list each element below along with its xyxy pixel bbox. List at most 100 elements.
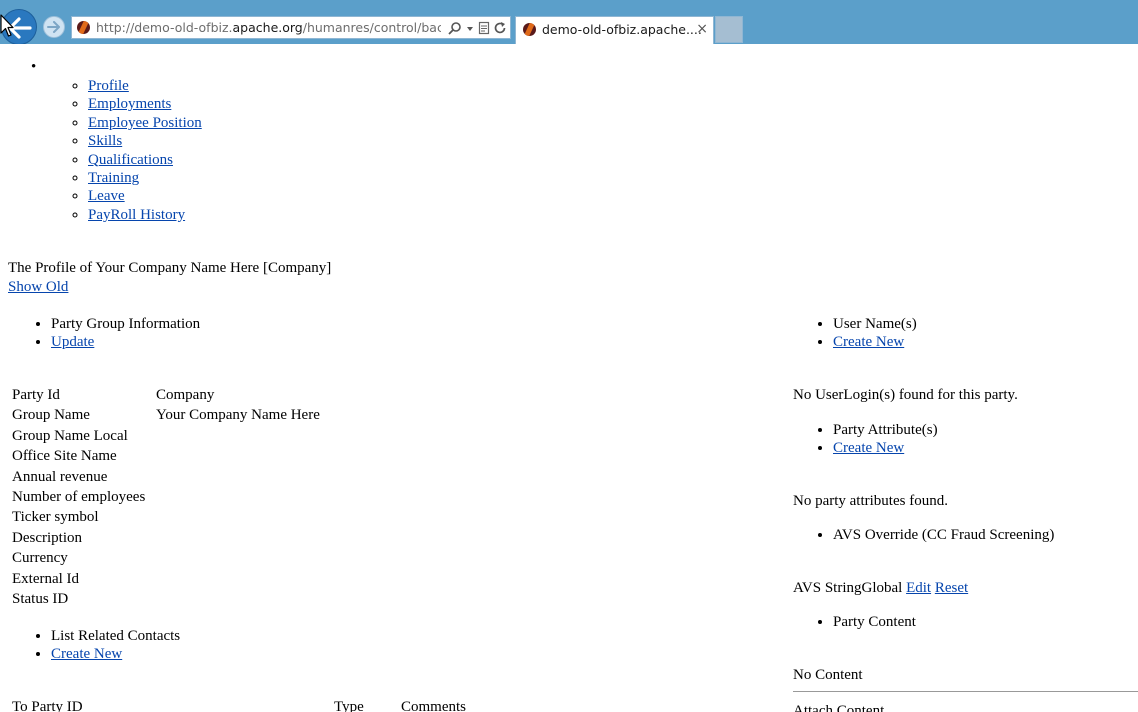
party-group-update-item: Update xyxy=(51,333,200,351)
party-group-header: Party Group Information Update xyxy=(33,315,200,351)
refresh-icon[interactable] xyxy=(494,21,507,35)
table-row: Status ID xyxy=(10,590,322,610)
user-names-header: User Name(s) Create New xyxy=(815,315,917,351)
field-label: Annual revenue xyxy=(12,468,108,485)
nav-link-employee-position[interactable]: Employee Position xyxy=(88,115,202,131)
browser-tab[interactable]: demo-old-ofbiz.apache.... × xyxy=(515,16,714,44)
field-value xyxy=(154,590,322,610)
search-icon[interactable] xyxy=(448,21,462,35)
user-names-heading: User Name(s) xyxy=(833,315,917,333)
table-row: Office Site Name xyxy=(10,447,322,467)
party-attributes-create-item: Create New xyxy=(833,439,938,457)
field-label: Description xyxy=(12,529,82,546)
party-group-table: Party Id Company Group Name Your Company N… xyxy=(10,386,322,610)
table-row: Currency xyxy=(10,549,322,569)
compatibility-view-icon[interactable] xyxy=(478,21,490,35)
party-content-heading: Party Content xyxy=(833,613,916,631)
create-new-attribute-link[interactable]: Create New xyxy=(833,440,904,456)
nav-link-employments[interactable]: Employments xyxy=(88,96,171,112)
field-label: External Id xyxy=(12,570,80,587)
address-bar[interactable]: http://demo-old-ofbiz.apache.org/humanre… xyxy=(71,16,511,39)
field-value: Company xyxy=(156,387,215,403)
avs-edit-link[interactable]: Edit xyxy=(906,580,931,596)
divider xyxy=(793,691,1138,692)
nav-item-qualifications: Qualifications xyxy=(88,151,202,169)
nav-link-skills[interactable]: Skills xyxy=(88,133,122,149)
attach-content-label: Attach Content xyxy=(793,703,885,712)
related-contacts-create-item: Create New xyxy=(51,645,180,663)
table-row: Party Id Company xyxy=(10,386,322,406)
field-value xyxy=(154,427,322,447)
avs-string-label: AVS StringGlobal xyxy=(793,580,903,596)
related-contacts-header: List Related Contacts Create New xyxy=(33,627,180,663)
table-row: Ticker symbol xyxy=(10,508,322,528)
avs-string-row: AVS StringGlobal Edit Reset xyxy=(793,579,968,597)
party-attributes-heading: Party Attribute(s) xyxy=(833,421,938,439)
field-label: Group Name xyxy=(12,407,90,424)
party-content-header: Party Content xyxy=(815,613,916,631)
nav-item-employments: Employments xyxy=(88,95,202,113)
column-header-comments: Comments xyxy=(401,699,467,712)
nav-item-payroll-history: PayRoll History xyxy=(88,206,202,224)
table-row: Annual revenue xyxy=(10,468,322,488)
nav-item-employee-position: Employee Position xyxy=(88,114,202,132)
field-value xyxy=(154,529,322,549)
party-attributes-header: Party Attribute(s) Create New xyxy=(815,421,938,457)
field-value: Your Company Name Here xyxy=(156,407,320,424)
table-row: Group Name Your Company Name Here xyxy=(10,406,322,426)
mouse-cursor-icon xyxy=(0,14,14,37)
table-row: Description xyxy=(10,529,322,549)
site-favicon-icon xyxy=(77,21,90,34)
avs-reset-link[interactable]: Reset xyxy=(935,580,968,596)
tab-favicon-icon xyxy=(523,23,536,36)
field-value xyxy=(154,508,322,528)
user-login-empty-message: No UserLogin(s) found for this party. xyxy=(793,387,1018,403)
browser-chrome: http://demo-old-ofbiz.apache.org/humanre… xyxy=(0,0,1138,44)
field-value xyxy=(154,468,322,488)
url-domain: apache.org xyxy=(232,20,303,35)
url-prefix: http://demo-old-ofbiz. xyxy=(96,20,233,35)
nav-link-payroll-history[interactable]: PayRoll History xyxy=(88,207,185,223)
field-label: Ticker symbol xyxy=(12,509,99,526)
field-value xyxy=(154,570,322,590)
table-row: Number of employees xyxy=(10,488,322,508)
update-link[interactable]: Update xyxy=(51,334,94,350)
forward-button[interactable] xyxy=(43,16,65,38)
url-path: /humanres/control/backH xyxy=(302,20,441,35)
field-label: Office Site Name xyxy=(12,448,117,465)
user-names-create-item: Create New xyxy=(833,333,917,351)
table-row: Group Name Local xyxy=(10,427,322,447)
address-bar-icons xyxy=(448,20,507,36)
close-tab-icon[interactable]: × xyxy=(696,21,708,37)
field-label: Currency xyxy=(12,550,68,567)
arrow-right-icon xyxy=(47,21,60,33)
dropdown-icon[interactable] xyxy=(466,21,474,35)
nav-item-training: Training xyxy=(88,169,202,187)
field-value xyxy=(154,549,322,569)
nav-link-qualifications[interactable]: Qualifications xyxy=(88,152,173,168)
field-value xyxy=(154,488,322,508)
create-new-contact-link[interactable]: Create New xyxy=(51,646,122,662)
employee-nav-menu: Profile Employments Employee Position Sk… xyxy=(56,77,202,224)
page-title: The Profile of Your Company Name Here [C… xyxy=(8,260,332,276)
field-label: Party Id xyxy=(12,387,60,403)
column-header-to-party-id: To Party ID xyxy=(12,699,83,712)
url-text[interactable]: http://demo-old-ofbiz.apache.org/humanre… xyxy=(96,20,441,36)
party-group-heading: Party Group Information xyxy=(51,315,200,333)
nav-link-leave[interactable]: Leave xyxy=(88,188,125,204)
field-value xyxy=(154,447,322,467)
column-header-type: Type xyxy=(334,699,364,712)
tab-title: demo-old-ofbiz.apache.... xyxy=(542,22,702,37)
nav-item-skills: Skills xyxy=(88,132,202,150)
nav-bullet: • xyxy=(31,59,37,75)
create-new-user-link[interactable]: Create New xyxy=(833,334,904,350)
nav-item-leave: Leave xyxy=(88,187,202,205)
party-content-empty-message: No Content xyxy=(793,667,863,683)
nav-link-training[interactable]: Training xyxy=(88,170,139,186)
nav-item-profile: Profile xyxy=(88,77,202,95)
nav-link-profile[interactable]: Profile xyxy=(88,78,129,94)
avs-override-header: AVS Override (CC Fraud Screening) xyxy=(815,526,1054,544)
related-contacts-heading: List Related Contacts xyxy=(51,627,180,645)
new-tab-button[interactable] xyxy=(715,16,743,43)
show-old-link[interactable]: Show Old xyxy=(8,278,68,296)
